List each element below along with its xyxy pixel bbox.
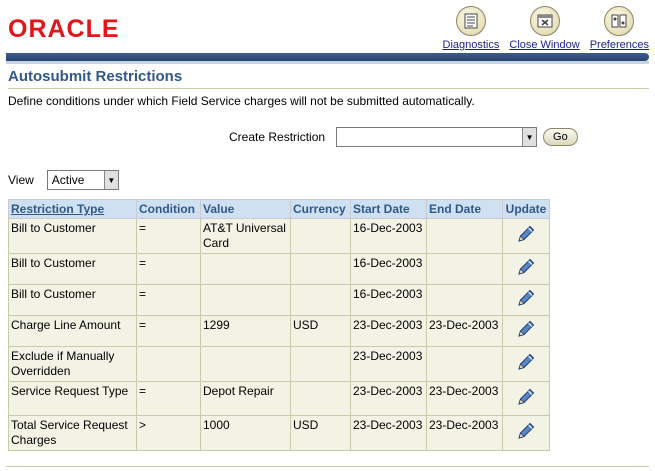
end-date-cell [426, 253, 503, 285]
pencil-icon[interactable] [515, 353, 537, 376]
table-row: Total Service Request Charges >1000 USD 23-… [8, 415, 550, 451]
pencil-icon[interactable] [515, 422, 537, 445]
restriction-type-cell: Bill to Customer [8, 284, 137, 316]
close-window-button[interactable]: Close Window [509, 6, 580, 51]
start-date-cell: 16-Dec-2003 [350, 253, 427, 285]
update-cell [502, 218, 550, 254]
table-row: Charge Line Amount = 1299 USD 23-Dec-2003 23-… [8, 315, 550, 347]
table-header-row: Restriction Type Condition Value Currenc… [8, 199, 550, 219]
value-cell: 1299 [200, 315, 291, 347]
value-cell [200, 284, 291, 316]
value-cell: 1000 [200, 415, 291, 451]
value-cell: Depot Repair [200, 381, 291, 416]
view-label: View [8, 173, 34, 187]
condition-cell: = [136, 381, 201, 416]
global-buttons: Diagnostics Close Window Preferences [433, 6, 649, 51]
update-cell [502, 415, 550, 451]
preferences-button[interactable]: Preferences [590, 6, 649, 51]
update-cell [502, 315, 550, 347]
condition-cell: = [136, 253, 201, 285]
condition-cell: = [136, 284, 201, 316]
create-restriction-row: Create Restriction ▼ Go [229, 127, 578, 147]
start-date-cell: 23-Dec-2003 [350, 381, 427, 416]
close-window-label: Close Window [509, 39, 580, 51]
table-row: Service Request Type = Depot Repair 23-Dec-… [8, 381, 550, 416]
view-select[interactable]: Active ▼ [46, 170, 119, 190]
table-row: Bill to Customer = 16-Dec-2003 [8, 284, 550, 316]
end-date-cell [426, 284, 503, 316]
update-cell [502, 381, 550, 416]
table-row: Exclude if Manually Overridden 23-Dec-200… [8, 346, 550, 382]
header-divider-bar [6, 53, 649, 64]
page-title: Autosubmit Restrictions [8, 68, 649, 89]
end-date-cell [426, 218, 503, 254]
value-cell [200, 346, 291, 382]
table-row: Bill to Customer = 16-Dec-2003 [8, 253, 550, 285]
currency-cell [290, 346, 351, 382]
pencil-icon[interactable] [515, 258, 537, 281]
currency-cell [290, 284, 351, 316]
condition-cell: = [136, 315, 201, 347]
condition-cell: = [136, 218, 201, 254]
pencil-icon[interactable] [515, 289, 537, 312]
preferences-icon [604, 6, 635, 36]
column-header-value: Value [200, 199, 291, 219]
start-date-cell: 23-Dec-2003 [350, 315, 427, 347]
restrictions-table: Restriction Type Condition Value Currenc… [8, 199, 550, 451]
diagnostics-button[interactable]: Diagnostics [442, 6, 500, 51]
start-date-cell: 16-Dec-2003 [350, 218, 427, 254]
value-cell [200, 253, 291, 285]
restriction-type-cell: Total Service Request Charges [8, 415, 137, 451]
column-header-update: Update [502, 199, 550, 219]
go-button[interactable]: Go [543, 128, 578, 146]
restriction-type-cell: Bill to Customer [8, 218, 137, 254]
end-date-cell: 23-Dec-2003 [426, 415, 503, 451]
pencil-icon[interactable] [515, 320, 537, 343]
preferences-label: Preferences [589, 39, 649, 51]
view-filter-row: View Active ▼ [8, 170, 119, 190]
start-date-cell: 23-Dec-2003 [350, 346, 427, 382]
create-restriction-select[interactable]: ▼ [336, 127, 538, 147]
chevron-down-icon[interactable]: ▼ [103, 171, 118, 189]
currency-cell: USD [290, 315, 351, 347]
update-cell [502, 284, 550, 316]
column-header-currency: Currency [290, 199, 351, 219]
column-header-restriction-type[interactable]: Restriction Type [8, 199, 137, 219]
view-selected-value: Active [51, 173, 85, 187]
restriction-type-cell: Charge Line Amount [8, 315, 137, 347]
chevron-down-icon[interactable]: ▼ [522, 128, 537, 146]
footer-divider [6, 466, 649, 467]
pencil-icon[interactable] [515, 388, 537, 411]
condition-cell: > [136, 415, 201, 451]
create-restriction-label: Create Restriction [229, 130, 326, 144]
close-window-icon [529, 6, 560, 36]
currency-cell [290, 218, 351, 254]
start-date-cell: 16-Dec-2003 [350, 284, 427, 316]
restriction-type-cell: Bill to Customer [8, 253, 137, 285]
update-cell [502, 346, 550, 382]
start-date-cell: 23-Dec-2003 [350, 415, 427, 451]
restriction-type-cell: Service Request Type [8, 381, 137, 416]
diagnostics-label: Diagnostics [442, 39, 500, 51]
column-header-condition: Condition [136, 199, 201, 219]
end-date-cell: 23-Dec-2003 [426, 315, 503, 347]
column-header-start-date: Start Date [350, 199, 427, 219]
table-row: Bill to Customer = AT&T Universal Card 16-D… [8, 218, 550, 254]
end-date-cell [426, 346, 503, 382]
currency-cell [290, 253, 351, 285]
diagnostics-icon [455, 6, 486, 36]
page-instructions: Define conditions under which Field Serv… [8, 94, 475, 108]
update-cell [502, 253, 550, 285]
restriction-type-cell: Exclude if Manually Overridden [8, 346, 137, 382]
currency-cell: USD [290, 415, 351, 451]
pencil-icon[interactable] [515, 225, 537, 248]
currency-cell [290, 381, 351, 416]
column-header-end-date: End Date [426, 199, 503, 219]
value-cell: AT&T Universal Card [200, 218, 291, 254]
end-date-cell: 23-Dec-2003 [426, 381, 503, 416]
condition-cell [136, 346, 201, 382]
oracle-logo: ORACLE [8, 15, 120, 43]
